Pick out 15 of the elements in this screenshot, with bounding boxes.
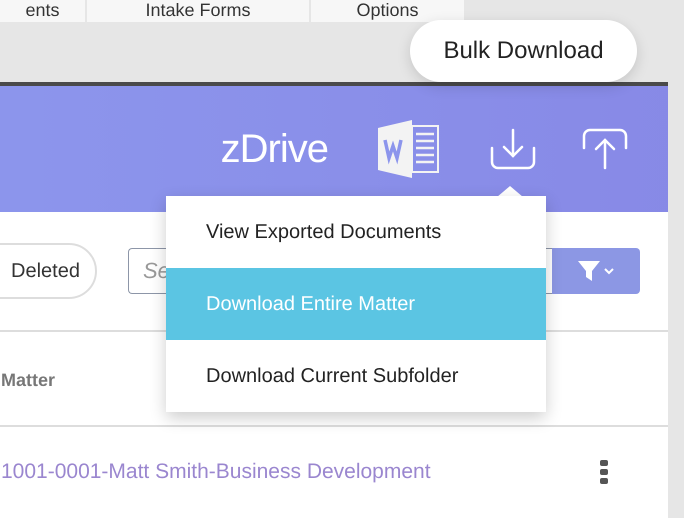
filter-button[interactable] <box>552 248 640 294</box>
tab[interactable]: ents <box>0 0 87 22</box>
deleted-button[interactable]: Deleted <box>0 243 97 299</box>
tab[interactable]: Options <box>311 0 466 22</box>
menu-item[interactable]: View Exported Documents <box>166 196 546 268</box>
upload-icon[interactable] <box>582 128 628 170</box>
tab[interactable]: Intake Forms <box>87 0 311 22</box>
column-header: Matter <box>1 370 56 391</box>
more-options-icon[interactable] <box>600 460 608 484</box>
logo: zDrive <box>220 126 328 172</box>
document-icon[interactable] <box>378 120 440 178</box>
tooltip: Bulk Download <box>410 20 637 82</box>
filter-icon <box>576 259 616 283</box>
menu-item[interactable]: Download Current Subfolder <box>166 340 546 412</box>
download-icon[interactable] <box>490 128 536 170</box>
